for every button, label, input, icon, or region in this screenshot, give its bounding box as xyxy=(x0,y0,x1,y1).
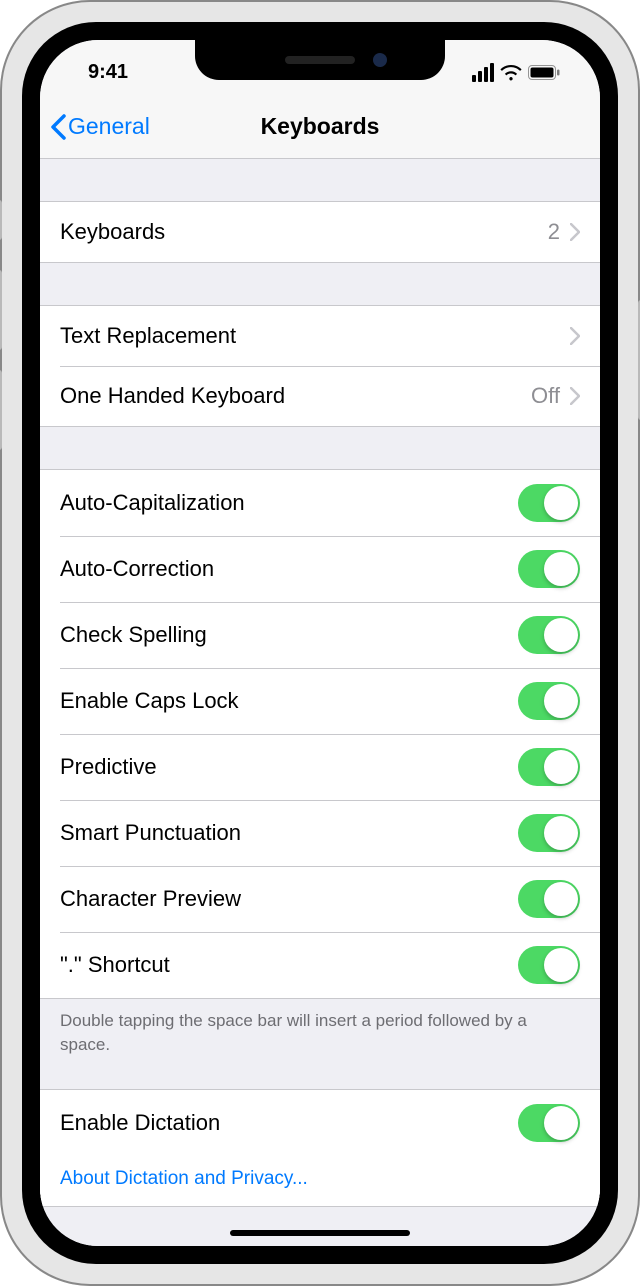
row-value: Off xyxy=(531,383,560,409)
row-toggle[interactable]: Check Spelling xyxy=(40,602,600,668)
group-dictation: Enable Dictation About Dictation and Pri… xyxy=(40,1089,600,1207)
toggle-switch[interactable] xyxy=(518,748,580,786)
device-frame: 9:41 Gen xyxy=(0,0,640,1286)
home-indicator[interactable] xyxy=(230,1230,410,1236)
group-text: Text Replacement One Handed Keyboard Off xyxy=(40,305,600,427)
group-typing-options: Auto-Capitalization Auto-Correction Check … xyxy=(40,469,600,999)
chevron-right-icon xyxy=(570,223,580,241)
row-keyboards[interactable]: Keyboards 2 xyxy=(40,202,600,262)
toggle-switch[interactable] xyxy=(518,880,580,918)
status-time: 9:41 xyxy=(70,51,128,84)
row-label: "." Shortcut xyxy=(60,952,170,978)
row-enable-dictation[interactable]: Enable Dictation xyxy=(40,1090,600,1156)
speaker-grille xyxy=(285,56,355,64)
back-button[interactable]: General xyxy=(40,113,150,140)
row-one-handed-keyboard[interactable]: One Handed Keyboard Off xyxy=(40,366,600,426)
chevron-right-icon xyxy=(570,387,580,405)
group-footer-text: Double tapping the space bar will insert… xyxy=(40,999,600,1057)
volume-up-button xyxy=(0,270,2,350)
content-scroll[interactable]: Keyboards 2 Text Replacement xyxy=(40,159,600,1246)
navigation-bar: General Keyboards xyxy=(40,95,600,159)
toggle-switch[interactable] xyxy=(518,682,580,720)
cellular-signal-icon xyxy=(472,63,494,82)
row-toggle[interactable]: Predictive xyxy=(40,734,600,800)
notch xyxy=(195,40,445,80)
row-text-replacement[interactable]: Text Replacement xyxy=(40,306,600,366)
row-toggle[interactable]: Smart Punctuation xyxy=(40,800,600,866)
toggle-enable-dictation[interactable] xyxy=(518,1104,580,1142)
toggle-switch[interactable] xyxy=(518,814,580,852)
row-value: 2 xyxy=(548,219,560,245)
front-camera xyxy=(373,53,387,67)
row-label: Predictive xyxy=(60,754,157,780)
toggle-switch[interactable] xyxy=(518,550,580,588)
row-label: Check Spelling xyxy=(60,622,207,648)
row-label: Enable Caps Lock xyxy=(60,688,239,714)
row-label: Text Replacement xyxy=(60,323,236,349)
back-label: General xyxy=(68,113,150,140)
status-indicators xyxy=(472,53,570,82)
row-toggle[interactable]: "." Shortcut xyxy=(40,932,600,998)
battery-icon xyxy=(528,65,560,80)
chevron-right-icon xyxy=(570,327,580,345)
row-toggle[interactable]: Auto-Correction xyxy=(40,536,600,602)
toggle-switch[interactable] xyxy=(518,946,580,984)
toggle-switch[interactable] xyxy=(518,616,580,654)
silence-switch xyxy=(0,200,2,240)
wifi-icon xyxy=(500,65,522,81)
toggle-switch[interactable] xyxy=(518,484,580,522)
screen: 9:41 Gen xyxy=(40,40,600,1246)
chevron-left-icon xyxy=(50,114,66,140)
row-label: Auto-Correction xyxy=(60,556,214,582)
group-keyboards: Keyboards 2 xyxy=(40,201,600,263)
row-toggle[interactable]: Auto-Capitalization xyxy=(40,470,600,536)
row-label: One Handed Keyboard xyxy=(60,383,285,409)
row-toggle[interactable]: Enable Caps Lock xyxy=(40,668,600,734)
row-toggle[interactable]: Character Preview xyxy=(40,866,600,932)
row-label: Auto-Capitalization xyxy=(60,490,245,516)
row-label: Enable Dictation xyxy=(60,1110,220,1136)
link-about-dictation-privacy[interactable]: About Dictation and Privacy... xyxy=(40,1156,600,1206)
row-label: Smart Punctuation xyxy=(60,820,241,846)
row-label: Character Preview xyxy=(60,886,241,912)
volume-down-button xyxy=(0,370,2,450)
row-label: Keyboards xyxy=(60,219,165,245)
